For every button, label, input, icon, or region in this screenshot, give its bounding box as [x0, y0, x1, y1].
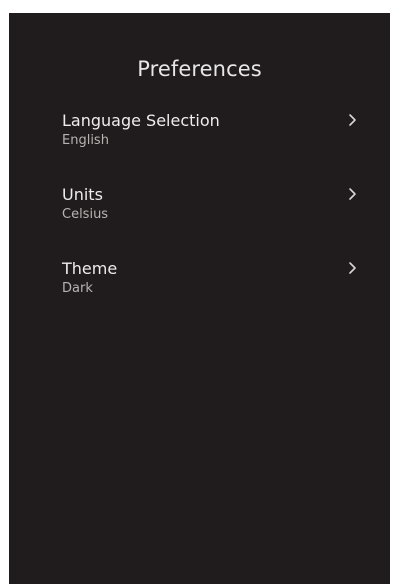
settings-list: Language Selection English Units Celsius…	[62, 111, 372, 333]
page-title: Preferences	[137, 57, 262, 81]
setting-theme[interactable]: Theme Dark	[62, 259, 372, 333]
setting-label: Theme	[62, 259, 118, 278]
chevron-right-icon	[348, 113, 358, 127]
setting-units[interactable]: Units Celsius	[62, 185, 372, 259]
chevron-right-icon	[348, 261, 358, 275]
setting-value: Dark	[62, 281, 93, 296]
setting-label: Units	[62, 185, 103, 204]
setting-value: Celsius	[62, 207, 109, 222]
preferences-panel: Preferences Language Selection English U…	[9, 13, 390, 584]
setting-value: English	[62, 133, 109, 148]
chevron-right-icon	[348, 187, 358, 201]
setting-label: Language Selection	[62, 111, 220, 130]
setting-language-selection[interactable]: Language Selection English	[62, 111, 372, 185]
